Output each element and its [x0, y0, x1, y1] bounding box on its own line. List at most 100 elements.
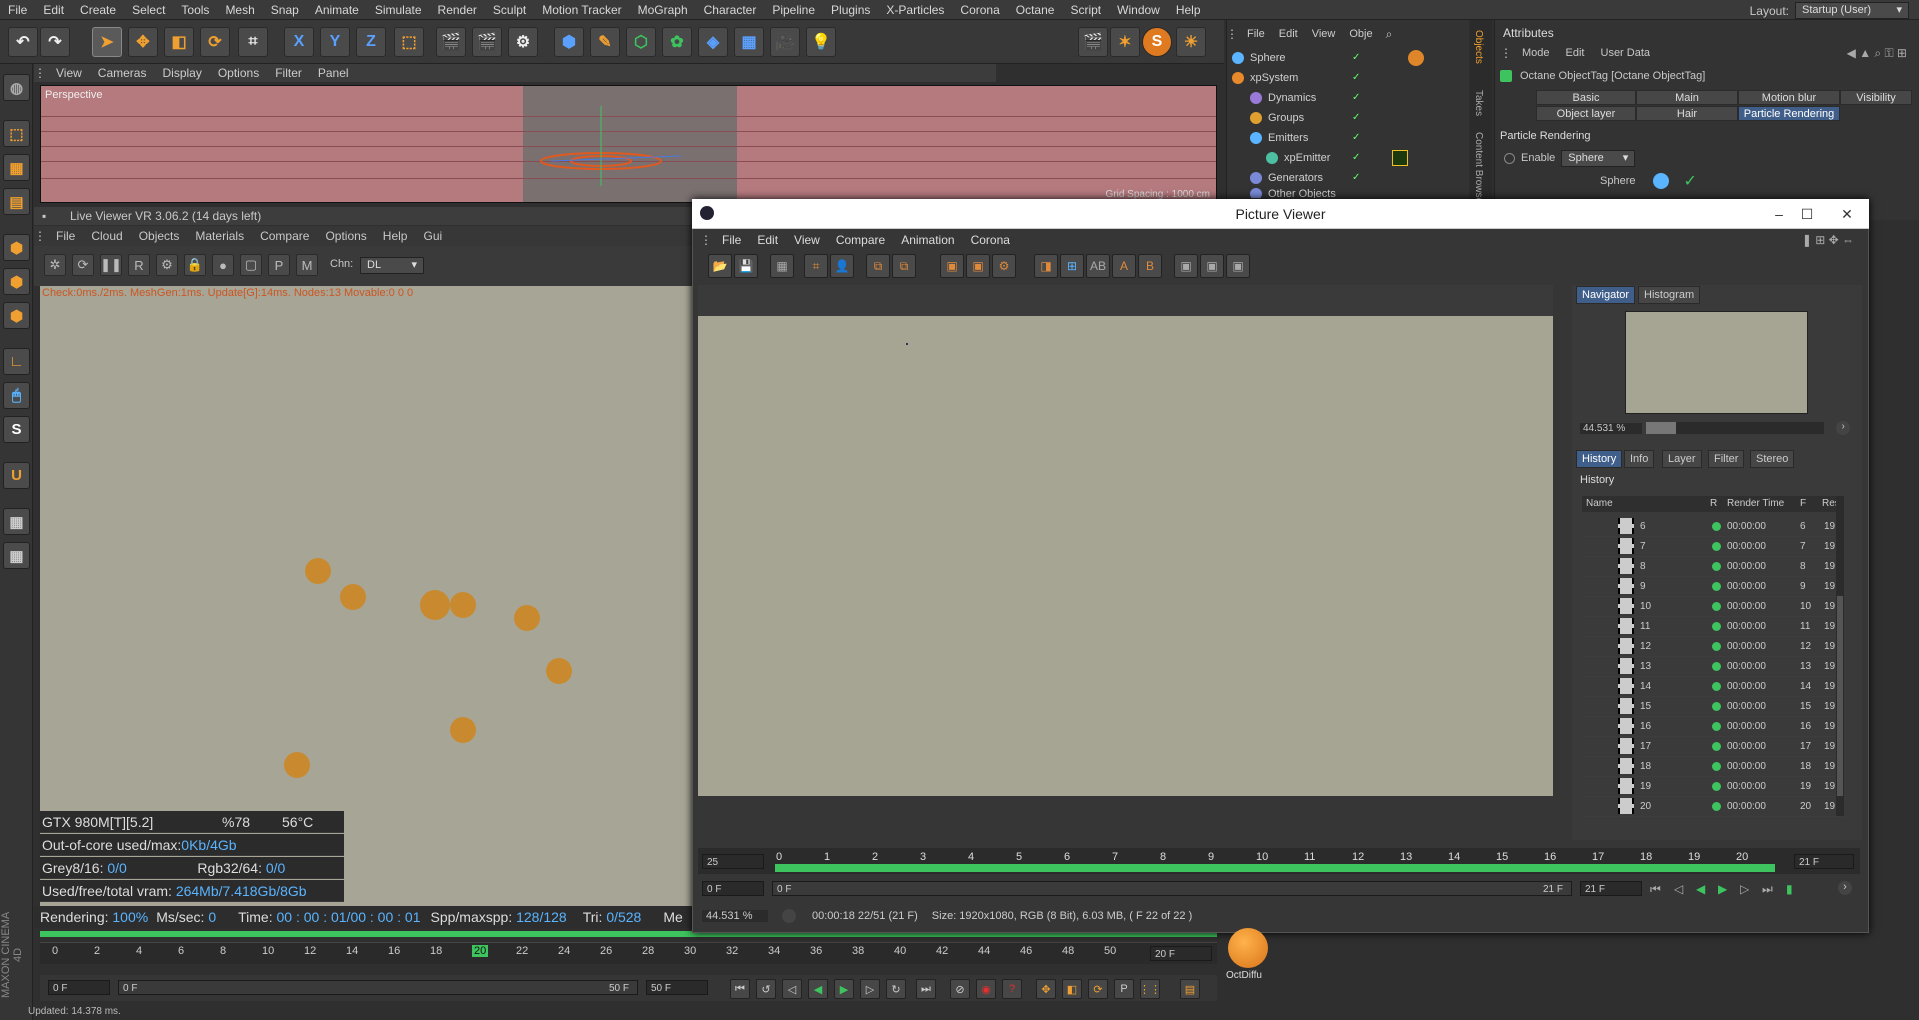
history-row[interactable]: 6 00:00:00 6 19: [1582, 516, 1844, 537]
pv-menu-file[interactable]: File: [714, 230, 749, 250]
tab-histogram[interactable]: Histogram: [1638, 286, 1701, 304]
layout-double-icon[interactable]: ▣: [1200, 254, 1224, 278]
timeline-window-icon[interactable]: ▤: [1180, 979, 1200, 999]
om-menu-edit[interactable]: Edit: [1272, 25, 1305, 43]
next-frame-icon[interactable]: ▷: [860, 979, 880, 999]
attr-menu-user-data[interactable]: User Data: [1593, 44, 1659, 62]
pv-range-field[interactable]: 21 F: [1580, 881, 1642, 896]
camera-icon[interactable]: 🎥: [770, 27, 800, 57]
object-row-groups[interactable]: Groups ✓: [1232, 108, 1486, 127]
enable-dropdown[interactable]: Sphere ▾: [1561, 149, 1636, 167]
live-selection-icon[interactable]: ➤: [92, 27, 122, 57]
render-frame-icon[interactable]: ▣: [966, 254, 990, 278]
lv-menu-gui[interactable]: Gui: [415, 226, 450, 246]
object-row-other-objects[interactable]: Other Objects: [1232, 188, 1486, 198]
tweak-mode-icon[interactable]: 🖱: [3, 382, 30, 409]
viewport-menu-options[interactable]: Options: [210, 64, 267, 82]
subdivision-icon[interactable]: ⬡: [626, 27, 656, 57]
tab-stereo[interactable]: Stereo: [1750, 450, 1795, 468]
close-icon[interactable]: ✕: [1833, 203, 1861, 225]
pv-arrow-icon[interactable]: ›: [1838, 881, 1852, 895]
point-level-icon[interactable]: ⋮⋮: [1139, 979, 1161, 999]
save-icon[interactable]: 💾: [734, 254, 758, 278]
menu-character[interactable]: Character: [696, 0, 765, 20]
texture-mode-icon[interactable]: ▦: [3, 154, 30, 181]
menu-x-particles[interactable]: X-Particles: [878, 0, 952, 20]
tab-takes[interactable]: Takes: [1473, 90, 1484, 116]
lv-menu-help[interactable]: Help: [375, 226, 416, 246]
next-key-icon[interactable]: ↻: [886, 979, 906, 999]
cube-icon[interactable]: ⬢: [554, 27, 584, 57]
search-icon[interactable]: ⌕: [1386, 27, 1393, 42]
lv-menu-materials[interactable]: Materials: [187, 226, 252, 246]
locked-workplane-icon[interactable]: ▦: [3, 542, 30, 569]
layout-arrows-icon[interactable]: ❚ ⊞ ✥ ⇔: [1802, 233, 1854, 247]
tab-motion-blur[interactable]: Motion blur: [1738, 90, 1840, 105]
workplane-mode-icon[interactable]: ▤: [3, 188, 30, 215]
tab-info[interactable]: Info: [1624, 450, 1655, 468]
menu-motion-tracker[interactable]: Motion Tracker: [534, 0, 629, 20]
axis-mode-icon[interactable]: ∟: [3, 348, 30, 375]
menu-octane[interactable]: Octane: [1008, 0, 1063, 20]
pick-material-icon[interactable]: M: [296, 254, 318, 276]
maximize-icon[interactable]: ☐: [1793, 203, 1821, 225]
pause-icon[interactable]: ❚❚: [100, 254, 122, 276]
menu-corona[interactable]: Corona: [952, 0, 1007, 20]
history-row[interactable]: 19 00:00:00 19 19: [1582, 776, 1844, 797]
open-icon[interactable]: 📂: [708, 254, 732, 278]
pv-go-to-end-icon[interactable]: ⏭: [1762, 882, 1773, 897]
pv-play-forward-icon[interactable]: ▶: [1718, 882, 1727, 896]
make-editable-icon[interactable]: ◍: [3, 74, 30, 101]
material-ball-icon[interactable]: ●: [212, 254, 234, 276]
region-icon[interactable]: R: [128, 254, 150, 276]
history-row[interactable]: 7 00:00:00 7 19: [1582, 536, 1844, 557]
menu-plugins[interactable]: Plugins: [823, 0, 878, 20]
octane-render-icon[interactable]: 🎬: [1078, 27, 1108, 57]
fps-field[interactable]: 25: [702, 854, 764, 869]
viewport-menu-filter[interactable]: Filter: [267, 64, 310, 82]
material-name[interactable]: OctDiffu: [1226, 970, 1262, 981]
render-region-icon[interactable]: ⌗: [804, 254, 828, 278]
history-row[interactable]: 14 00:00:00 14 19: [1582, 676, 1844, 697]
channel-dropdown[interactable]: DL ▾: [360, 257, 424, 274]
model-mode-icon[interactable]: ⬚: [3, 120, 30, 147]
menu-mesh[interactable]: Mesh: [217, 0, 262, 20]
pen-icon[interactable]: ✎: [590, 27, 620, 57]
lv-menu-file[interactable]: File: [48, 226, 83, 246]
menu-tools[interactable]: Tools: [173, 0, 217, 20]
tab-objects[interactable]: Objects: [1473, 30, 1484, 64]
status-zoom[interactable]: 44.531 %: [702, 910, 768, 922]
keyframe-circle-icon[interactable]: [1504, 152, 1515, 164]
history-row[interactable]: 13 00:00:00 13 19: [1582, 656, 1844, 677]
navigator-preview[interactable]: [1625, 311, 1808, 414]
edges-mode-icon[interactable]: ⬢: [3, 268, 30, 295]
go-to-start-icon[interactable]: ⏮: [730, 979, 750, 999]
last-tool-icon[interactable]: ⌗: [238, 27, 268, 57]
snap-icon[interactable]: S: [3, 416, 30, 443]
emitter-tag-icon[interactable]: [1392, 149, 1408, 166]
play-backward-icon[interactable]: ◀: [808, 979, 828, 999]
compare-icon[interactable]: ◨: [1034, 254, 1058, 278]
autokey-icon[interactable]: ◉: [976, 979, 996, 999]
split-icon[interactable]: ⊞: [1060, 254, 1084, 278]
om-menu-objects[interactable]: Obje: [1342, 25, 1379, 43]
history-row[interactable]: 9 00:00:00 9 19: [1582, 576, 1844, 597]
nav-arrows-icon[interactable]: ◀ ▲ ⌕ ⚿ ⊞: [1847, 46, 1907, 61]
col-name[interactable]: Name: [1586, 498, 1613, 509]
viewport-menu-view[interactable]: View: [48, 64, 90, 82]
zoom-arrow-icon[interactable]: ›: [1836, 421, 1850, 435]
history-row[interactable]: 20 00:00:00 20 19: [1582, 796, 1844, 817]
pv-loop-icon[interactable]: ▮: [1786, 882, 1793, 896]
points-mode-icon[interactable]: ⬢: [3, 234, 30, 261]
menu-sculpt[interactable]: Sculpt: [485, 0, 534, 20]
tab-main[interactable]: Main: [1636, 90, 1738, 105]
deformer-icon[interactable]: ◈: [698, 27, 728, 57]
render-picture-viewer-icon[interactable]: 🎬: [472, 27, 502, 57]
tab-visibility[interactable]: Visibility: [1840, 90, 1912, 105]
ab-icon[interactable]: AB: [1086, 254, 1110, 278]
menu-select[interactable]: Select: [124, 0, 173, 20]
object-row-emitters[interactable]: Emitters ✓: [1232, 128, 1486, 147]
layout-single-icon[interactable]: ▣: [1174, 254, 1198, 278]
z-axis-icon[interactable]: Z: [356, 27, 386, 57]
x-axis-icon[interactable]: X: [284, 27, 314, 57]
